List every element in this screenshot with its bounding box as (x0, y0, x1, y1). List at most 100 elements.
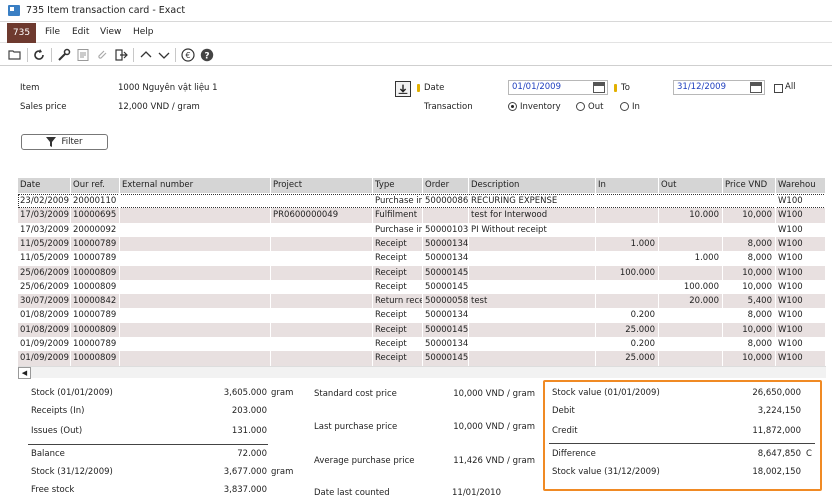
table-cell: W100 (776, 308, 826, 323)
all-checkbox[interactable] (774, 84, 783, 93)
column-header[interactable]: External number (120, 178, 271, 193)
table-cell: Purchase in (373, 222, 423, 237)
credit-value: 11,872,000 (752, 426, 801, 436)
down-arrow-icon[interactable] (156, 47, 172, 63)
debit-value: 3,224,150 (757, 406, 801, 416)
table-row[interactable]: 17/03/2009 20000092 Purchase in 50000103 PI … (18, 222, 826, 237)
receipts-value: 203.000 (231, 406, 267, 416)
column-header[interactable]: Type (373, 178, 423, 193)
menu-file[interactable]: File (45, 27, 60, 37)
wrench-icon[interactable] (56, 47, 72, 63)
column-header[interactable]: Warehou (776, 178, 826, 193)
date-from-field[interactable]: 01/01/2009 (508, 80, 608, 95)
table-cell: Receipt (373, 322, 423, 337)
table-cell (120, 208, 271, 223)
table-row[interactable]: 01/09/2009 10000789 Receipt 50000134 0.200 8,… (18, 337, 826, 352)
table-row[interactable]: 25/06/2009 10000809 Receipt 50000145 100.000… (18, 279, 826, 295)
filter-button[interactable]: Filter (21, 134, 108, 150)
table-cell (271, 337, 373, 352)
app-icon (8, 5, 20, 16)
table-cell: 50000134 (423, 337, 469, 352)
scroll-left-icon[interactable]: ◀ (18, 367, 31, 379)
table-cell (120, 236, 271, 252)
table-cell: 10000809 (71, 279, 120, 295)
column-header[interactable]: Our ref. (71, 178, 120, 193)
table-cell: 10000809 (71, 322, 120, 337)
date-label: Date (424, 83, 445, 93)
table-cell (469, 351, 596, 366)
table-row[interactable]: 01/09/2009 10000809 Receipt 50000145 25.000 1… (18, 351, 826, 366)
column-header[interactable]: In (596, 178, 659, 193)
menu-help[interactable]: Help (133, 27, 154, 37)
paperclip-icon[interactable] (94, 47, 110, 63)
toggle-panel-icon[interactable] (395, 81, 411, 97)
table-row[interactable]: 17/03/2009 10000695 PR0600000049 Fulfilment… (18, 208, 826, 223)
table-cell: 10,000 (723, 265, 776, 280)
euro-icon[interactable]: € (180, 47, 196, 63)
radio-out[interactable] (576, 102, 585, 111)
table-cell: 10000789 (71, 236, 120, 252)
date-last-counted-label: Date last counted (314, 488, 390, 498)
table-cell: 50000058 (423, 294, 469, 309)
table-cell (271, 351, 373, 366)
table-row[interactable]: 11/05/2009 10000789 Receipt 50000134 1.000 8,… (18, 251, 826, 266)
table-cell: W100 (776, 208, 826, 223)
table-cell (596, 279, 659, 295)
table-cell: 50000145 (423, 351, 469, 366)
table-row[interactable]: 01/08/2009 10000809 Receipt 50000145 25.000 1… (18, 322, 826, 337)
table-row[interactable]: 01/08/2009 10000789 Receipt 50000134 0.200 8,… (18, 308, 826, 323)
table-row[interactable]: 30/07/2009 10000842 Return rece 50000058 tes… (18, 294, 826, 309)
radio-out-label: Out (588, 102, 604, 112)
table-cell: W100 (776, 294, 826, 309)
table-cell (723, 222, 776, 237)
window-title: 735 Item transaction card - Exact (26, 5, 186, 16)
table-cell: PR0600000049 (271, 208, 373, 223)
table-cell: 10,000 (723, 208, 776, 223)
calendar-icon[interactable] (593, 82, 605, 93)
radio-inventory[interactable] (508, 102, 517, 111)
table-cell: W100 (776, 251, 826, 266)
stock-value-end: 18,002,150 (752, 467, 801, 477)
table-cell (120, 351, 271, 366)
free-stock-label: Free stock (31, 485, 75, 495)
table-cell: Receipt (373, 251, 423, 266)
toolbar: € ? (0, 44, 832, 66)
horizontal-scrollbar[interactable]: ◀ (18, 366, 826, 379)
all-label: All (785, 82, 796, 92)
table-row[interactable]: 25/06/2009 10000809 Receipt 50000145 100.000… (18, 265, 826, 280)
radio-in-label: In (632, 102, 640, 112)
table-row[interactable]: 11/05/2009 10000789 Receipt 50000134 1.000 8,… (18, 236, 826, 252)
column-header[interactable]: Price VND (723, 178, 776, 193)
column-header[interactable]: Description (469, 178, 596, 193)
help-icon[interactable]: ? (199, 47, 215, 63)
menu-edit[interactable]: Edit (72, 27, 89, 37)
stock-end-unit: gram (271, 467, 294, 477)
table-cell (271, 279, 373, 295)
up-arrow-icon[interactable] (138, 47, 154, 63)
column-header[interactable]: Date (18, 178, 71, 193)
column-header[interactable]: Out (659, 178, 723, 193)
column-header[interactable]: Order (423, 178, 469, 193)
exit-icon[interactable] (113, 47, 129, 63)
table-cell (596, 222, 659, 237)
table-cell (271, 308, 373, 323)
refresh-icon[interactable] (31, 47, 47, 63)
table-cell (659, 322, 723, 337)
table-cell: 1.000 (596, 236, 659, 252)
table-cell: 11/05/2009 (18, 251, 71, 266)
menu-view[interactable]: View (100, 27, 121, 37)
radio-in[interactable] (620, 102, 629, 111)
table-cell: 10000842 (71, 294, 120, 309)
date-to-field[interactable]: 31/12/2009 (673, 80, 765, 95)
table-cell: 25/06/2009 (18, 279, 71, 295)
table-row[interactable]: 23/02/2009 20000110 Purchase in 50000086 REC… (18, 194, 826, 209)
table-cell: 50000086 (423, 194, 469, 209)
calendar-icon[interactable] (750, 82, 762, 93)
open-folder-icon[interactable] (7, 47, 23, 63)
table-cell: 1.000 (659, 251, 723, 266)
column-header[interactable]: Project (271, 178, 373, 193)
table-cell (469, 322, 596, 337)
std-cost-value: 10,000 VND / gram (453, 389, 535, 399)
table-cell (659, 337, 723, 352)
note-icon[interactable] (75, 47, 91, 63)
